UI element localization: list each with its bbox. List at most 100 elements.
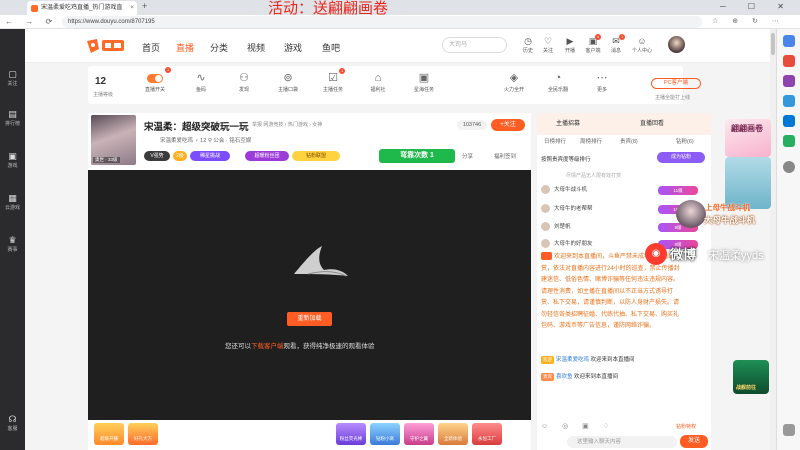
tool-discover[interactable]: ⚇ 发现 [228, 70, 260, 93]
nav-video[interactable]: 视频 [247, 41, 265, 54]
tool-fire[interactable]: ◈ 火力全开 [498, 70, 530, 93]
gift-item[interactable]: 全新体验 [438, 423, 468, 445]
checkin-button[interactable]: 福利签到 [494, 152, 516, 160]
left-nav-rank[interactable]: ▤ 排行榜 [0, 109, 25, 127]
diamond-privilege-link[interactable]: 钻粉特权 [676, 423, 696, 430]
gift-item[interactable]: 超级开播 [94, 423, 124, 445]
page-scrollbar[interactable] [770, 29, 776, 450]
left-nav-events[interactable]: ♛ 赛事 [0, 235, 25, 253]
tool-more[interactable]: ⋯ 更多 [586, 70, 618, 93]
event-flag-banner[interactable]: 弯靠次数 1 [379, 149, 455, 163]
share-button[interactable]: 分享 [462, 152, 473, 160]
browser-nav-buttons[interactable]: ← → ⟳ [5, 15, 57, 29]
rank-row[interactable]: 大母牛的老帮帮 [541, 203, 661, 215]
tab-recruit[interactable]: 主播招募 [556, 118, 580, 127]
chat-username[interactable]: 宋温柔爱吃鸡 [556, 357, 589, 363]
nav-fishbar[interactable]: 鱼吧 [322, 41, 340, 54]
follow-button[interactable]: +关注 [491, 119, 525, 131]
chat-username[interactable]: 喜欢鱼 [556, 374, 573, 380]
rank-avatar [541, 222, 550, 232]
pill-strong[interactable]: V强势 [144, 151, 170, 161]
gift-item[interactable]: 好礼大方 [128, 423, 158, 445]
games-icon[interactable] [783, 75, 795, 87]
streamer-avatar[interactable]: 奥世 · 33级 [91, 115, 136, 165]
left-nav-service[interactable]: ☊ 客服 [0, 414, 25, 432]
weibo-text: 微博 [670, 247, 697, 262]
gift-item[interactable]: 钻粉小窝 [370, 423, 400, 445]
window-controls[interactable]: ─ ☐ ✕ [720, 2, 794, 11]
rank-name: 大母牛的好朋友 [554, 241, 593, 247]
tool-tasks[interactable]: ☑ 主播任务 [317, 70, 349, 93]
nav-live[interactable]: 直播 [176, 41, 194, 54]
tool-starsea[interactable]: ▣ 星海任务 [408, 70, 440, 93]
chat-text: 欢迎来到本直播间 [574, 374, 619, 380]
search-input[interactable]: 大司马 [442, 37, 507, 53]
avatar[interactable] [668, 36, 685, 53]
tool-fishcode[interactable]: ∿ 鱼码 [185, 70, 217, 93]
left-nav-label: 云游戏 [4, 205, 20, 211]
gift-item[interactable]: 永恒工厂 [472, 423, 502, 445]
rank-row[interactable]: 大母牛的好朋友 [541, 238, 661, 250]
rank-row[interactable]: 刘楚帆 [541, 221, 661, 233]
left-nav-label: 排行榜 [4, 121, 20, 127]
tab-weekly-rank[interactable]: 周榜排行 [580, 137, 602, 145]
system-badge-icon [541, 252, 552, 261]
room-tags[interactable]: 举报 网游竞技 › 热门游戏 › 女神 [252, 121, 322, 128]
become-diamond-fan-button[interactable]: 成为钻粉 [657, 152, 705, 163]
tool-fun[interactable]: ◔ 全民乐翻 [542, 70, 574, 93]
left-nav-games[interactable]: ▣ 游戏 [0, 151, 25, 169]
rank-row[interactable]: 大母牛战斗机 [541, 184, 661, 196]
nav-home[interactable]: 首页 [142, 41, 160, 54]
user-center-button[interactable]: ☺ 个人中心 [630, 36, 654, 54]
video-player[interactable] [88, 170, 531, 420]
tool-pocket[interactable]: ⊚ 主播口袋 [272, 70, 304, 93]
close-tab-icon[interactable]: × [130, 1, 134, 15]
promo-scroll-ad[interactable]: 翩翩画卷 [725, 119, 771, 157]
reload-button[interactable]: 重新加载 [287, 312, 332, 326]
outlook-icon[interactable] [783, 115, 795, 127]
pc-client-button[interactable]: PC客户端 [651, 78, 701, 89]
office-icon[interactable] [783, 95, 795, 107]
pill-fanclub[interactable]: 超暖粉丝团 [245, 151, 289, 161]
anchor-line[interactable]: 宋温柔爱吃鸡 ♀ 12 ⚲ 公会 · 铭石互娱 [160, 136, 251, 144]
add-icon[interactable] [783, 161, 795, 173]
tab-vip[interactable]: 贵宾(8) [620, 137, 638, 145]
follow-button[interactable]: ♡ 关注 [539, 36, 557, 54]
settings-icon[interactable] [783, 424, 795, 436]
drop-icon[interactable] [783, 135, 795, 147]
gift-item[interactable]: 守护之翼 [404, 423, 434, 445]
nav-category[interactable]: 分类 [210, 41, 228, 54]
chat-input[interactable]: 这里输入聊天内容 [567, 436, 677, 448]
scrollbar-thumb[interactable] [771, 33, 775, 55]
game-promo-ad[interactable]: 战舰前往 [733, 360, 769, 394]
tool-welfare[interactable]: ⌂ 福利社 [362, 70, 394, 93]
left-nav-cloud-games[interactable]: ▦ 云游戏 [0, 193, 25, 211]
pill-diamond[interactable]: 钻粉联盟 [292, 151, 340, 161]
tools-icon[interactable] [783, 55, 795, 67]
douyu-logo[interactable] [85, 37, 127, 55]
live-toggle[interactable] [147, 74, 163, 83]
tab-diamond-fans[interactable]: 钻粉(6) [676, 137, 694, 145]
gift-item[interactable]: 粉丝荧光棒 [336, 423, 366, 445]
new-tab-button[interactable]: + [142, 1, 147, 11]
tool-label: 鱼码 [195, 87, 206, 93]
avatar-caption: 奥世 · 33级 [93, 157, 120, 163]
url-field[interactable]: https://www.douyu.com/8707195 [62, 16, 702, 28]
tab-replay[interactable]: 直播回看 [640, 118, 664, 127]
download-client-link[interactable]: 下载客户端 [251, 343, 284, 350]
history-icon: ◷ [524, 36, 532, 46]
start-stream-button[interactable]: ▶ 开播 [561, 36, 579, 54]
left-nav-follow[interactable]: ▢ 关注 [0, 69, 25, 87]
browser-tab[interactable]: 宋温柔爱吃鸡直播_热门游戏直 × [27, 1, 137, 15]
tab-daily-rank[interactable]: 日榜排行 [544, 137, 566, 145]
pill-challenge[interactable]: 稀星挑战 [190, 151, 230, 161]
browser-toolbar-icons[interactable]: ☆ ⊕ ↻ ⋯ [712, 15, 785, 29]
rank-avatar [541, 185, 550, 195]
send-button[interactable]: 发送 [680, 435, 708, 448]
history-button[interactable]: ◷ 历史 [519, 36, 537, 54]
search-icon[interactable] [783, 35, 795, 47]
tool-label: 全民乐翻 [547, 87, 568, 93]
chat-tool-icons[interactable]: ☺ ◎ ▣ ♢ [541, 422, 615, 430]
nav-games[interactable]: 游戏 [284, 41, 302, 54]
start-stream-label: 开播 [564, 48, 575, 54]
